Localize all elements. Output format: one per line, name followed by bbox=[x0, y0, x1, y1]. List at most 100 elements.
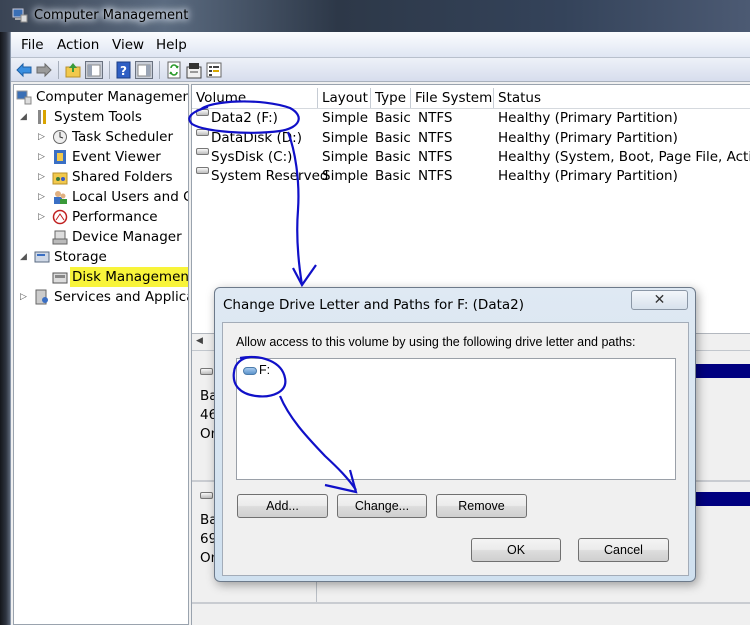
refresh-icon[interactable] bbox=[165, 61, 183, 79]
window-title: Computer Management bbox=[34, 8, 189, 23]
expand-arrow-icon[interactable]: ▷ bbox=[38, 127, 48, 147]
volume-row[interactable]: DataDisk (D:) Simple Basic NTFS Healthy … bbox=[192, 129, 750, 149]
computer-management-icon bbox=[12, 8, 28, 23]
expand-arrow-icon[interactable]: ▷ bbox=[38, 207, 48, 227]
menu-action[interactable]: Action bbox=[57, 37, 99, 53]
change-drive-letter-dialog: Change Drive Letter and Paths for F: (Da… bbox=[214, 287, 696, 582]
users-icon bbox=[54, 191, 67, 204]
tree-item-services-and-applications[interactable]: ▷ Services and Applications bbox=[20, 287, 188, 307]
computer-management-icon bbox=[16, 90, 32, 105]
add-button[interactable]: Add... bbox=[237, 494, 328, 518]
device-manager-icon bbox=[52, 230, 68, 245]
expand-arrow-icon[interactable]: ▷ bbox=[20, 287, 30, 307]
tree-item-label: Disk Management bbox=[70, 267, 188, 287]
volume-name: System Reserved bbox=[211, 168, 329, 184]
volume-row[interactable]: Data2 (F:) Simple Basic NTFS Healthy (Pr… bbox=[192, 109, 750, 129]
toolbar-separator bbox=[109, 61, 110, 79]
dialog-prompt: Allow access to this volume by using the… bbox=[236, 335, 636, 349]
export-list-icon[interactable] bbox=[205, 61, 223, 79]
volume-layout: Simple bbox=[322, 130, 369, 146]
menu-help[interactable]: Help bbox=[156, 37, 187, 53]
scroll-left-arrow-icon[interactable]: ◀ bbox=[196, 336, 203, 346]
menu-view[interactable]: View bbox=[112, 37, 144, 53]
menu-file[interactable]: File bbox=[21, 37, 44, 53]
toolbar-separator bbox=[58, 61, 59, 79]
tree-item-system-tools[interactable]: ◢ System Tools bbox=[20, 107, 188, 127]
volume-icon bbox=[196, 167, 209, 174]
disk-icon bbox=[200, 368, 213, 375]
volume-icon bbox=[196, 129, 209, 136]
tree-item-label: Services and Applications bbox=[54, 289, 188, 305]
column-header-file-system[interactable]: File System bbox=[411, 88, 494, 108]
collapse-arrow-icon[interactable]: ◢ bbox=[20, 107, 30, 127]
remove-button[interactable]: Remove bbox=[436, 494, 527, 518]
volume-type: Basic bbox=[375, 110, 411, 126]
tree-root-label: Computer Management bbox=[36, 89, 188, 105]
tree-item-label: Shared Folders bbox=[72, 169, 173, 185]
path-list-item[interactable]: F: bbox=[243, 363, 270, 377]
volume-list-header: Volume Layout Type File System Status bbox=[192, 85, 750, 109]
volume-icon bbox=[196, 148, 209, 155]
volume-file-system: NTFS bbox=[418, 149, 453, 165]
tree-item-storage[interactable]: ◢ Storage bbox=[20, 247, 188, 267]
dialog-body: Allow access to this volume by using the… bbox=[222, 322, 689, 576]
volume-status: Healthy (System, Boot, Page File, Active… bbox=[498, 149, 750, 165]
volume-icon bbox=[196, 109, 209, 116]
tree-item-shared-folders[interactable]: ▷ Shared Folders bbox=[38, 167, 188, 187]
storage-icon bbox=[34, 251, 50, 263]
tree-root[interactable]: Computer Management bbox=[16, 87, 188, 107]
dialog-close-button[interactable]: ✕ bbox=[631, 290, 688, 310]
drive-paths-list[interactable]: F: bbox=[236, 358, 676, 480]
volume-name: SysDisk (C:) bbox=[211, 149, 293, 165]
event-viewer-icon bbox=[54, 150, 66, 164]
disk-icon bbox=[200, 492, 213, 499]
path-label: F: bbox=[259, 363, 271, 377]
column-header-layout[interactable]: Layout bbox=[318, 88, 371, 108]
tree-item-label: Device Manager bbox=[72, 229, 182, 245]
volume-layout: Simple bbox=[322, 168, 369, 184]
disk-management-icon bbox=[52, 272, 68, 284]
column-header-type[interactable]: Type bbox=[371, 88, 411, 108]
column-header-volume[interactable]: Volume bbox=[192, 88, 318, 108]
desktop-edge bbox=[0, 32, 10, 625]
volume-row[interactable]: SysDisk (C:) Simple Basic NTFS Healthy (… bbox=[192, 148, 750, 168]
volume-icon bbox=[243, 366, 257, 375]
clock-icon bbox=[53, 130, 67, 144]
column-header-status[interactable]: Status bbox=[494, 88, 750, 108]
menu-bar: File Action View Help bbox=[11, 32, 750, 58]
performance-icon bbox=[52, 209, 68, 225]
system-tools-icon bbox=[38, 110, 46, 124]
shared-folders-icon bbox=[52, 172, 68, 185]
expand-arrow-icon[interactable]: ▷ bbox=[38, 167, 48, 187]
volume-name: DataDisk (D:) bbox=[211, 130, 302, 146]
tree-item-disk-management[interactable]: Disk Management bbox=[38, 267, 188, 287]
expand-arrow-icon[interactable]: ▷ bbox=[38, 187, 48, 207]
tree-item-device-manager[interactable]: Device Manager bbox=[38, 227, 188, 247]
cancel-button[interactable]: Cancel bbox=[578, 538, 669, 562]
forward-arrow-icon[interactable] bbox=[35, 61, 53, 79]
expand-arrow-icon[interactable]: ▷ bbox=[38, 147, 48, 167]
console-tree: Computer Management ◢ System Tools ▷ Tas… bbox=[13, 84, 189, 625]
tree-item-label: Local Users and Groups bbox=[72, 189, 188, 205]
collapse-arrow-icon[interactable]: ◢ bbox=[20, 247, 30, 267]
volume-row[interactable]: System Reserved Simple Basic NTFS Health… bbox=[192, 167, 750, 187]
tree-item-label: Performance bbox=[72, 209, 158, 225]
change-button[interactable]: Change... bbox=[337, 494, 427, 518]
tree-item-event-viewer[interactable]: ▷ Event Viewer bbox=[38, 147, 188, 167]
tree-item-performance[interactable]: ▷ Performance bbox=[38, 207, 188, 227]
volume-file-system: NTFS bbox=[418, 130, 453, 146]
properties-icon[interactable] bbox=[185, 61, 203, 79]
show-hide-console-tree-icon[interactable] bbox=[85, 61, 103, 79]
close-icon: ✕ bbox=[653, 292, 666, 308]
help-icon[interactable]: ? bbox=[115, 61, 133, 79]
ok-button[interactable]: OK bbox=[471, 538, 561, 562]
show-hide-action-pane-icon[interactable] bbox=[135, 61, 153, 79]
tree-item-local-users-and-groups[interactable]: ▷ Local Users and Groups bbox=[38, 187, 188, 207]
tree-item-label: Task Scheduler bbox=[72, 129, 174, 145]
toolbar: ? bbox=[11, 58, 750, 82]
title-bar: Computer Management bbox=[0, 0, 750, 32]
up-folder-icon[interactable] bbox=[64, 61, 82, 79]
tree-item-task-scheduler[interactable]: ▷ Task Scheduler bbox=[38, 127, 188, 147]
volume-type: Basic bbox=[375, 168, 411, 184]
back-arrow-icon[interactable] bbox=[15, 61, 33, 79]
